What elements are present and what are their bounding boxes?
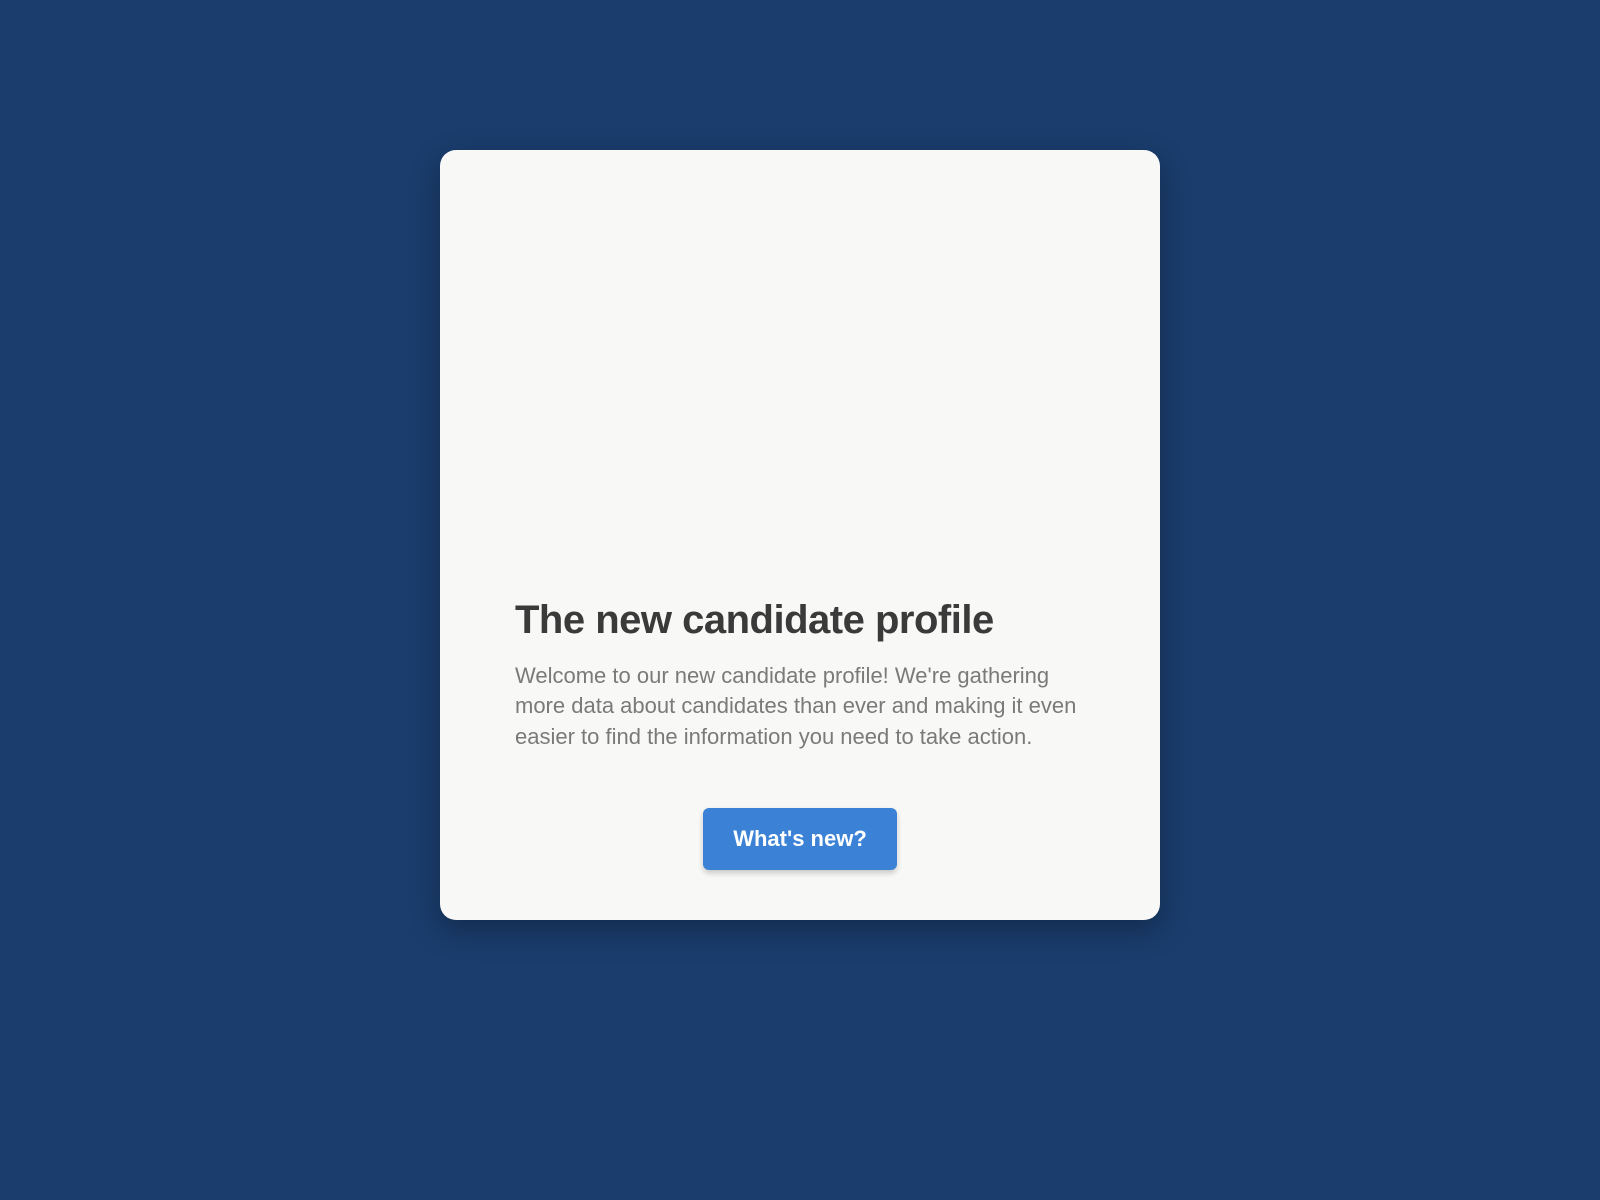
modal-description: Welcome to our new candidate profile! We… (515, 661, 1085, 753)
button-wrapper: What's new? (515, 808, 1085, 870)
whats-new-button[interactable]: What's new? (703, 808, 897, 870)
modal-title: The new candidate profile (515, 598, 1085, 643)
modal-content: The new candidate profile Welcome to our… (515, 598, 1085, 870)
modal-card: The new candidate profile Welcome to our… (440, 150, 1160, 920)
